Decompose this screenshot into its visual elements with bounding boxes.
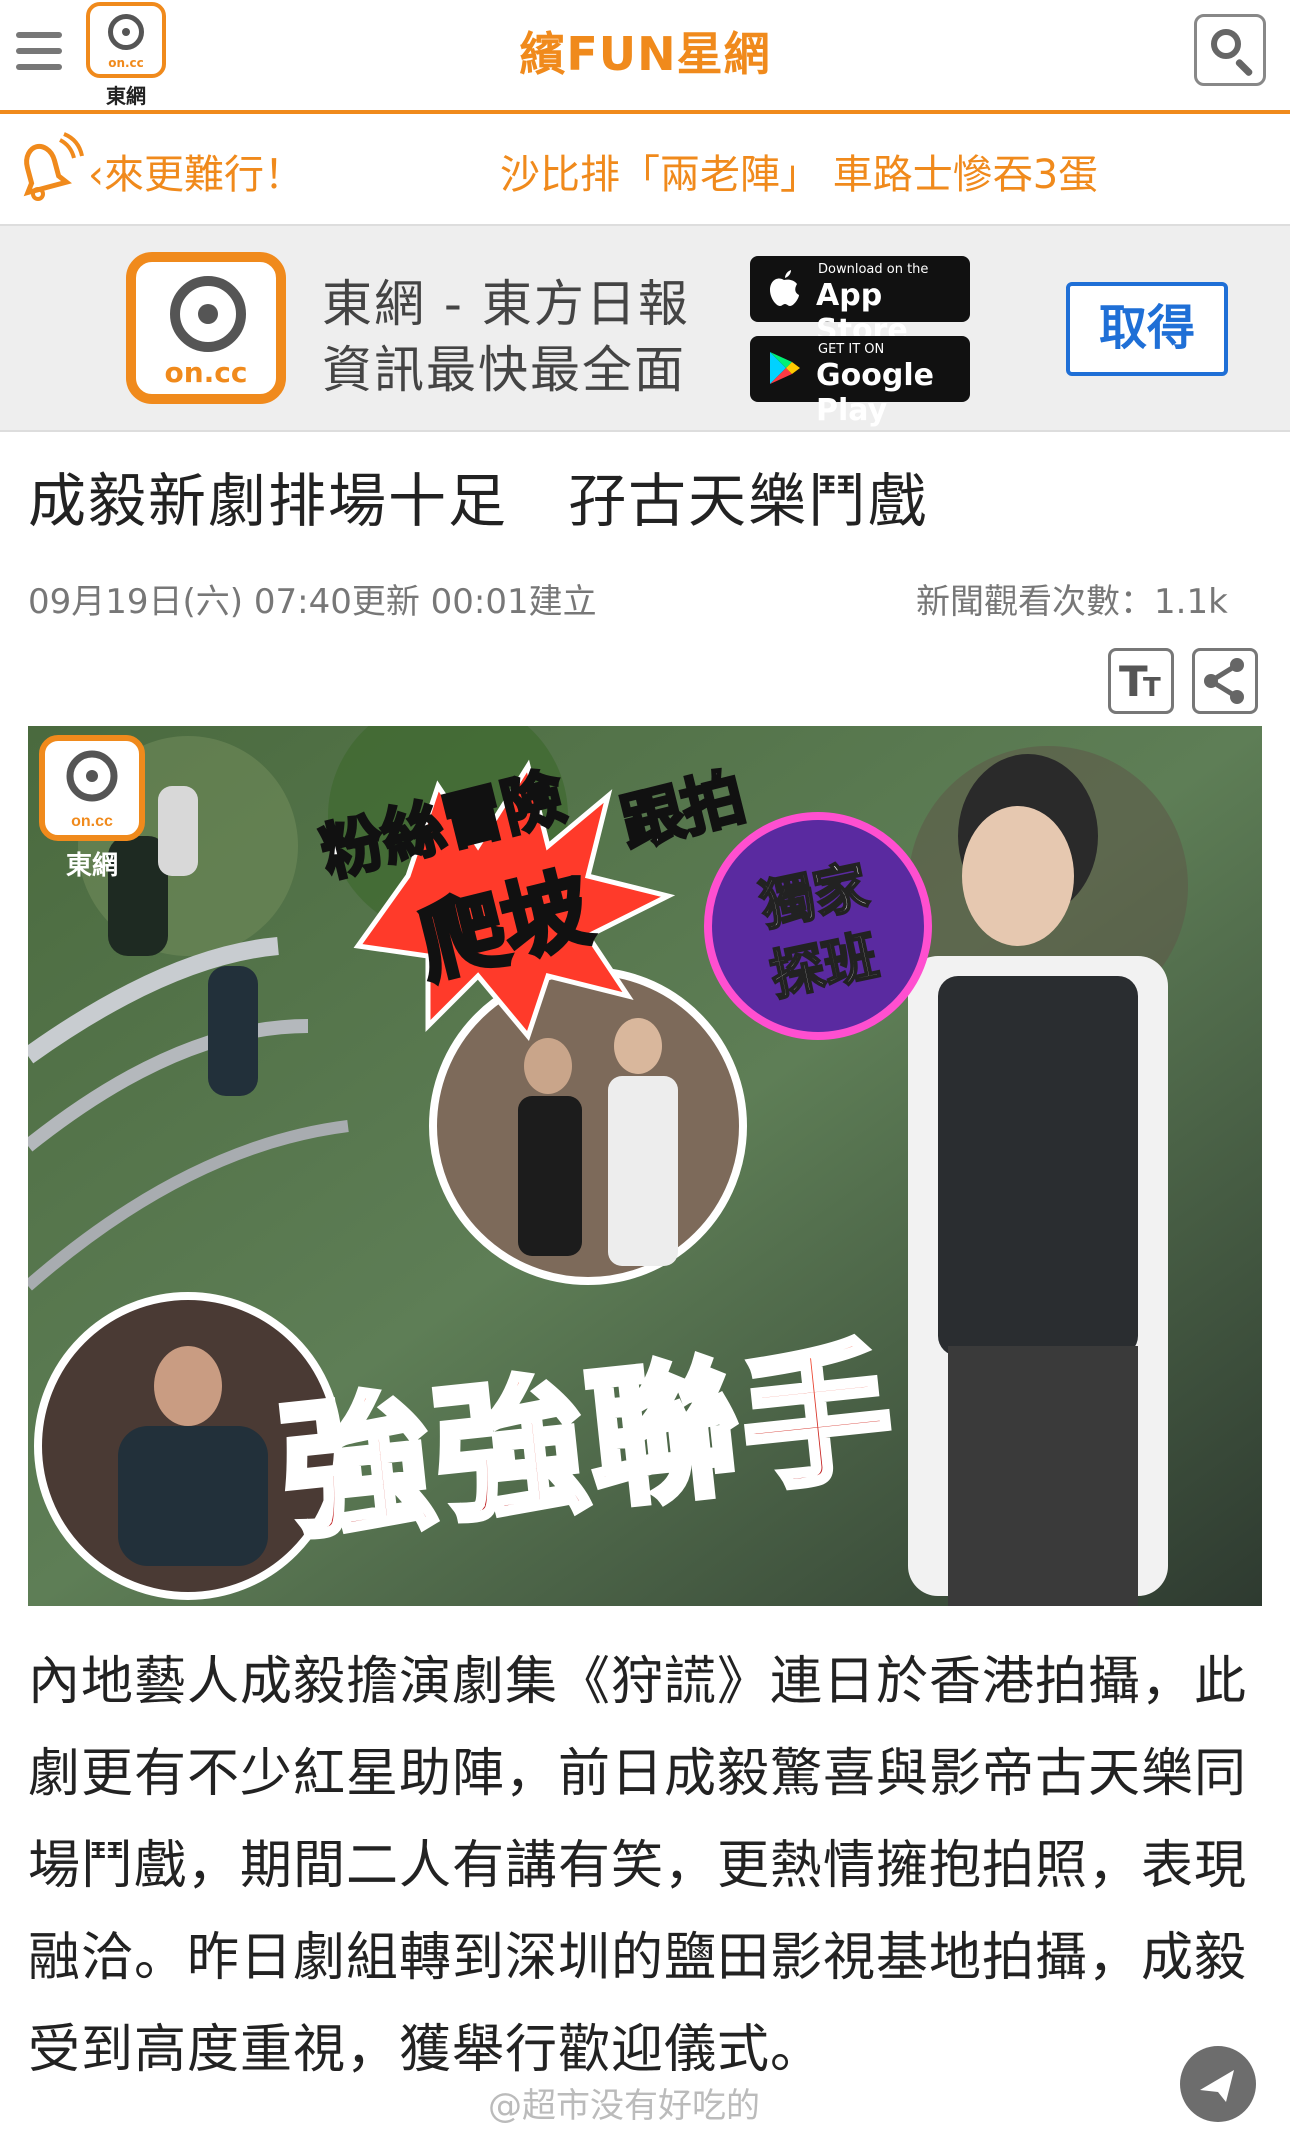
font-size-button[interactable]: TT	[1108, 648, 1174, 714]
oncc-app-logo: on.cc	[126, 252, 286, 404]
google-play-button[interactable]: GET IT ON Google Play	[750, 336, 970, 428]
google-play-icon	[770, 352, 800, 384]
app-promo-line2: 資訊最快最全面	[322, 341, 686, 399]
apple-icon	[770, 270, 799, 306]
weibo-watermark: @超市没有好吃的	[488, 2086, 760, 2126]
hero-logo-brand: 東網	[66, 850, 118, 881]
article-body: 內地藝人成毅擔演劇集《狩謊》連日於香港拍攝，此劇更有不少紅星助陣，前日成毅驚喜與…	[28, 1652, 1248, 2080]
share-button[interactable]	[1192, 648, 1258, 714]
bell-icon	[23, 132, 84, 201]
app-promo-line1: 東網 - 東方日報	[322, 275, 690, 333]
hero-logo-oncc: on.cc	[71, 813, 113, 830]
site-title[interactable]: 繽FUN星網	[0, 18, 1290, 84]
search-icon	[1211, 29, 1241, 59]
article-hero-image[interactable]: on.cc 東網 粉絲冒險 爬坡 跟拍 獨家 探班 強強聯手	[28, 726, 1262, 1606]
search-button[interactable]	[1194, 14, 1266, 86]
view-count: 新聞觀看次數：1.1k	[916, 582, 1228, 622]
floating-action-button[interactable]	[1180, 2046, 1256, 2122]
app-store-button[interactable]: Download on the App Store	[750, 256, 970, 348]
ticker-item[interactable]: ‹來更難行！	[88, 142, 304, 200]
send-icon	[1200, 2070, 1234, 2102]
ticker-item[interactable]: 沙比排「兩老陣」 車路士慘吞3蛋	[500, 142, 1098, 200]
app-download-banner: on.cc 東網 - 東方日報 資訊最快最全面 Download on the …	[0, 226, 1290, 432]
news-ticker: ‹來更難行！ 沙比排「兩老陣」 車路士慘吞3蛋	[0, 114, 1290, 226]
top-header: on.cc 東網 繽FUN星網	[0, 0, 1290, 114]
article-headline: 成毅新劇排場十足 孖古天樂鬥戲	[28, 467, 929, 535]
logo-brand-text: 東網	[106, 84, 146, 108]
share-icon	[1204, 658, 1244, 704]
article-timestamp: 09月19日(六) 07:40更新 00:01建立	[28, 582, 597, 622]
get-app-button[interactable]: 取得	[1066, 282, 1228, 376]
